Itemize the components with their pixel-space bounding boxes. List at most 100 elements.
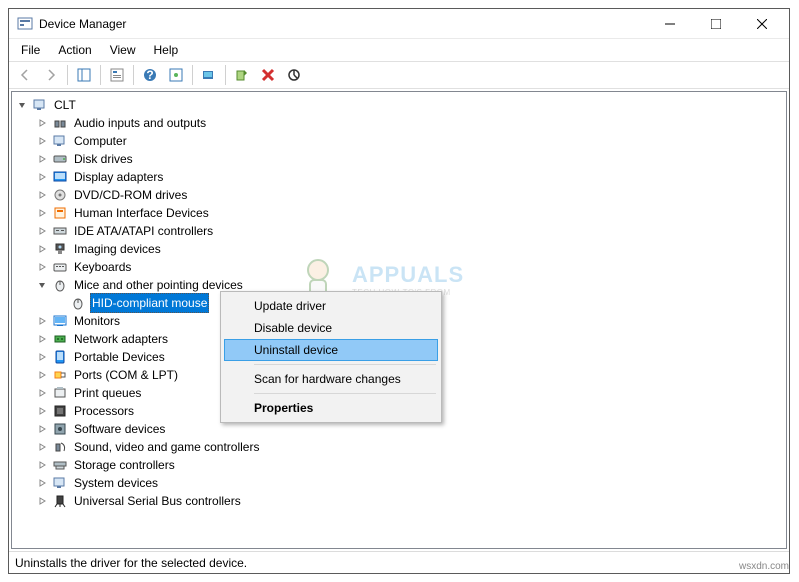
chevron-right-icon[interactable] bbox=[34, 439, 50, 455]
close-button[interactable] bbox=[739, 9, 785, 39]
maximize-button[interactable] bbox=[693, 9, 739, 39]
tree-category[interactable]: Universal Serial Bus controllers bbox=[34, 492, 784, 510]
chevron-right-icon[interactable] bbox=[34, 241, 50, 257]
cm-properties[interactable]: Properties bbox=[224, 397, 438, 419]
category-icon bbox=[52, 169, 68, 185]
chevron-right-icon[interactable] bbox=[34, 367, 50, 383]
svg-text:?: ? bbox=[146, 68, 153, 82]
chevron-right-icon[interactable] bbox=[34, 475, 50, 491]
category-icon bbox=[52, 115, 68, 131]
category-icon bbox=[52, 151, 68, 167]
chevron-right-icon[interactable] bbox=[34, 259, 50, 275]
category-label: IDE ATA/ATAPI controllers bbox=[72, 222, 215, 240]
cm-uninstall-device[interactable]: Uninstall device bbox=[224, 339, 438, 361]
uninstall-button[interactable] bbox=[256, 63, 280, 87]
device-label: HID-compliant mouse bbox=[90, 293, 209, 313]
toolbar: ? bbox=[9, 61, 789, 89]
category-icon bbox=[52, 367, 68, 383]
category-icon bbox=[52, 457, 68, 473]
menu-view[interactable]: View bbox=[102, 41, 144, 59]
category-icon bbox=[52, 259, 68, 275]
tree-root[interactable]: CLT bbox=[14, 96, 784, 114]
chevron-right-icon[interactable] bbox=[34, 421, 50, 437]
context-menu: Update driver Disable device Uninstall d… bbox=[220, 291, 442, 423]
chevron-right-icon[interactable] bbox=[34, 331, 50, 347]
category-label: Display adapters bbox=[72, 168, 165, 186]
category-icon bbox=[52, 313, 68, 329]
chevron-right-icon[interactable] bbox=[34, 187, 50, 203]
category-label: System devices bbox=[72, 474, 160, 492]
chevron-right-icon[interactable] bbox=[34, 223, 50, 239]
chevron-right-icon[interactable] bbox=[34, 169, 50, 185]
mouse-icon bbox=[70, 295, 86, 311]
category-icon bbox=[52, 421, 68, 437]
tree-category[interactable]: Imaging devices bbox=[34, 240, 784, 258]
chevron-right-icon[interactable] bbox=[34, 385, 50, 401]
cm-scan-hardware[interactable]: Scan for hardware changes bbox=[224, 368, 438, 390]
cm-separator bbox=[254, 364, 436, 365]
menu-action[interactable]: Action bbox=[50, 41, 99, 59]
category-icon bbox=[52, 205, 68, 221]
tree-category[interactable]: Audio inputs and outputs bbox=[34, 114, 784, 132]
tree-category[interactable]: Storage controllers bbox=[34, 456, 784, 474]
minimize-button[interactable] bbox=[647, 9, 693, 39]
menu-help[interactable]: Help bbox=[146, 41, 187, 59]
category-label: Print queues bbox=[72, 384, 143, 402]
category-label: Keyboards bbox=[72, 258, 133, 276]
action-button[interactable] bbox=[164, 63, 188, 87]
category-label: Processors bbox=[72, 402, 136, 420]
status-text: Uninstalls the driver for the selected d… bbox=[15, 556, 247, 570]
tree-category[interactable]: System devices bbox=[34, 474, 784, 492]
source-label: wsxdn.com bbox=[739, 561, 789, 572]
cm-update-driver[interactable]: Update driver bbox=[224, 295, 438, 317]
tree-category[interactable]: IDE ATA/ATAPI controllers bbox=[34, 222, 784, 240]
chevron-right-icon[interactable] bbox=[34, 151, 50, 167]
chevron-down-icon[interactable] bbox=[14, 97, 30, 113]
scan-hardware-button[interactable] bbox=[197, 63, 221, 87]
statusbar: Uninstalls the driver for the selected d… bbox=[9, 551, 789, 573]
category-icon bbox=[52, 349, 68, 365]
category-label: Universal Serial Bus controllers bbox=[72, 492, 243, 510]
category-label: Software devices bbox=[72, 420, 167, 438]
disable-button[interactable] bbox=[282, 63, 306, 87]
cm-disable-device[interactable]: Disable device bbox=[224, 317, 438, 339]
toolbar-separator bbox=[225, 65, 226, 85]
category-icon bbox=[52, 133, 68, 149]
tree-category[interactable]: Disk drives bbox=[34, 150, 784, 168]
chevron-down-icon[interactable] bbox=[34, 277, 50, 293]
tree-category[interactable]: Human Interface Devices bbox=[34, 204, 784, 222]
chevron-right-icon[interactable] bbox=[34, 457, 50, 473]
computer-icon bbox=[32, 97, 48, 113]
category-icon bbox=[52, 493, 68, 509]
category-icon bbox=[52, 241, 68, 257]
category-label: Audio inputs and outputs bbox=[72, 114, 208, 132]
menubar: File Action View Help bbox=[9, 39, 789, 61]
chevron-right-icon[interactable] bbox=[34, 133, 50, 149]
chevron-right-icon[interactable] bbox=[34, 205, 50, 221]
back-button[interactable] bbox=[13, 63, 37, 87]
category-icon bbox=[52, 277, 68, 293]
category-icon bbox=[52, 439, 68, 455]
help-button[interactable]: ? bbox=[138, 63, 162, 87]
tree-category[interactable]: DVD/CD-ROM drives bbox=[34, 186, 784, 204]
update-driver-button[interactable] bbox=[230, 63, 254, 87]
category-label: Ports (COM & LPT) bbox=[72, 366, 180, 384]
tree-category[interactable]: Sound, video and game controllers bbox=[34, 438, 784, 456]
toolbar-separator bbox=[192, 65, 193, 85]
chevron-right-icon[interactable] bbox=[34, 115, 50, 131]
tree-category[interactable]: Computer bbox=[34, 132, 784, 150]
category-label: Mice and other pointing devices bbox=[72, 276, 245, 294]
toolbar-separator bbox=[133, 65, 134, 85]
chevron-right-icon[interactable] bbox=[34, 403, 50, 419]
show-hide-tree-button[interactable] bbox=[72, 63, 96, 87]
tree-category[interactable]: Display adapters bbox=[34, 168, 784, 186]
forward-button[interactable] bbox=[39, 63, 63, 87]
chevron-right-icon[interactable] bbox=[34, 349, 50, 365]
chevron-right-icon[interactable] bbox=[34, 313, 50, 329]
category-label: Portable Devices bbox=[72, 348, 167, 366]
chevron-right-icon[interactable] bbox=[34, 493, 50, 509]
tree-category[interactable]: Keyboards bbox=[34, 258, 784, 276]
properties-button[interactable] bbox=[105, 63, 129, 87]
menu-file[interactable]: File bbox=[13, 41, 48, 59]
titlebar: Device Manager bbox=[9, 9, 789, 39]
